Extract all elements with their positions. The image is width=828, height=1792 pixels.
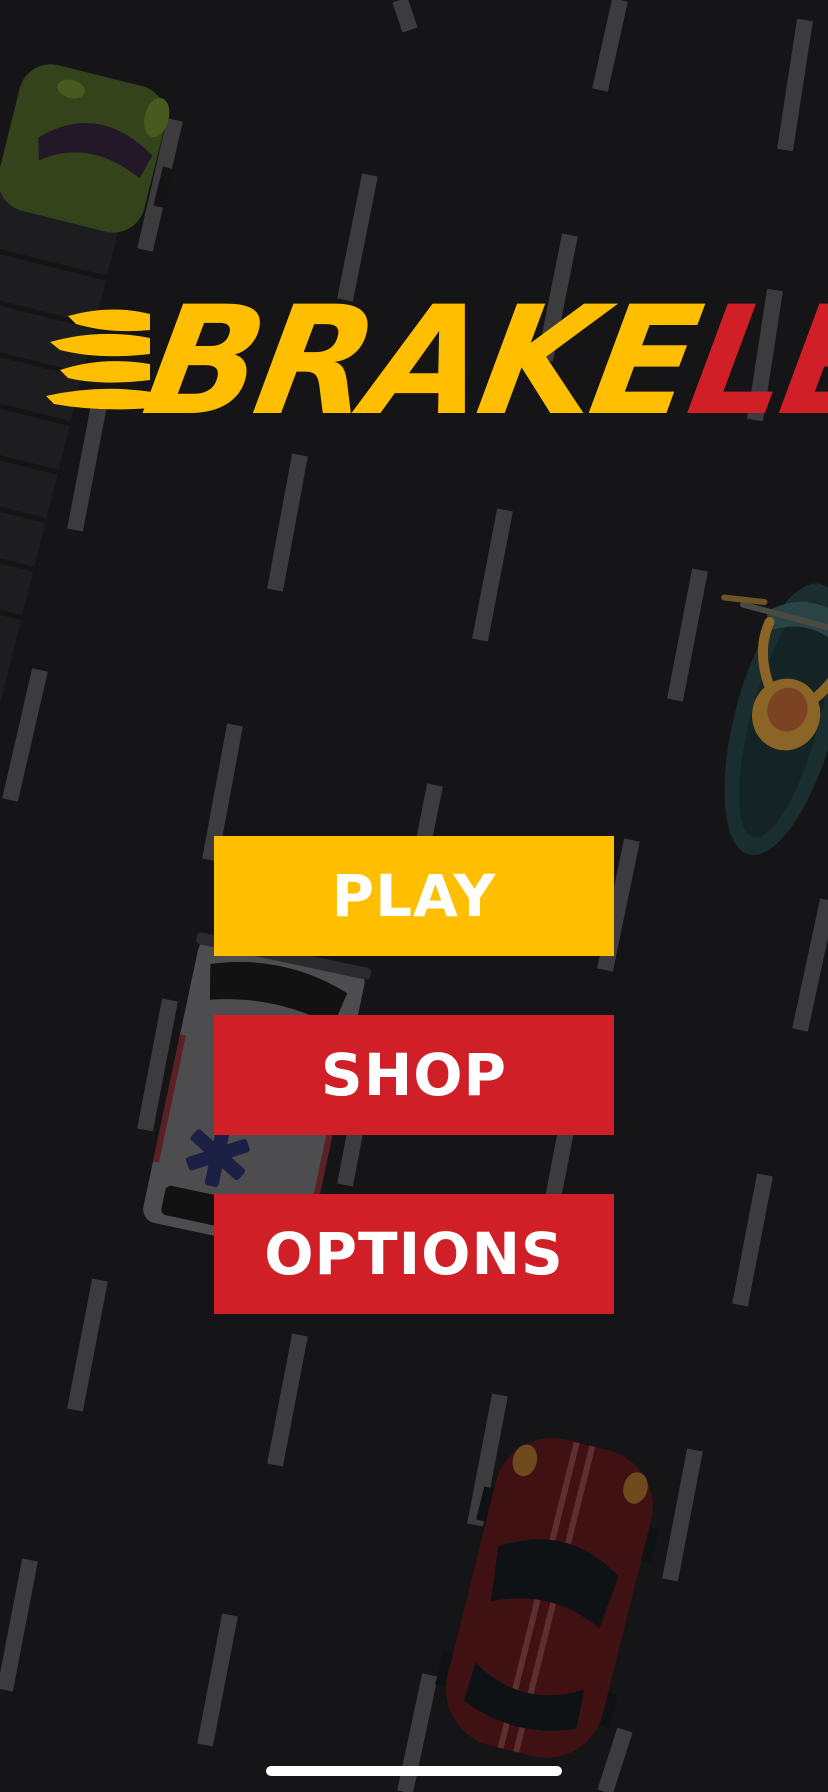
logo-brake: BRAKE <box>133 274 711 449</box>
lane-marking <box>592 0 628 92</box>
lane-marking <box>0 1558 38 1692</box>
lane-marking <box>267 1333 308 1467</box>
lane-marking <box>597 1727 633 1792</box>
svg-text:BRAKELESS: BRAKELESS <box>133 274 828 449</box>
lane-marking <box>67 1278 108 1412</box>
lane-marking <box>732 1173 773 1307</box>
game-stage: BRAKELESS PLAY SHOP OPTIONS <box>0 0 828 1792</box>
lane-marking <box>662 1448 703 1582</box>
lane-marking <box>472 508 513 642</box>
options-button-label: OPTIONS <box>264 1220 564 1288</box>
lane-marking <box>392 0 418 33</box>
lane-marking <box>197 1613 238 1747</box>
options-button[interactable]: OPTIONS <box>214 1194 614 1314</box>
brakeless-logo: BRAKELESS <box>40 268 828 449</box>
play-button[interactable]: PLAY <box>214 836 614 956</box>
lane-marking <box>2 668 48 802</box>
lane-marking <box>267 453 308 592</box>
shop-button[interactable]: SHOP <box>214 1015 614 1135</box>
home-indicator[interactable] <box>266 1766 562 1776</box>
lane-marking <box>792 898 828 1032</box>
shop-button-label: SHOP <box>320 1041 508 1109</box>
flame-icon <box>46 309 152 410</box>
lane-marking <box>667 568 708 702</box>
red-sports-car <box>435 1438 660 1758</box>
lane-marking <box>777 18 813 152</box>
play-button-label: PLAY <box>331 862 497 930</box>
